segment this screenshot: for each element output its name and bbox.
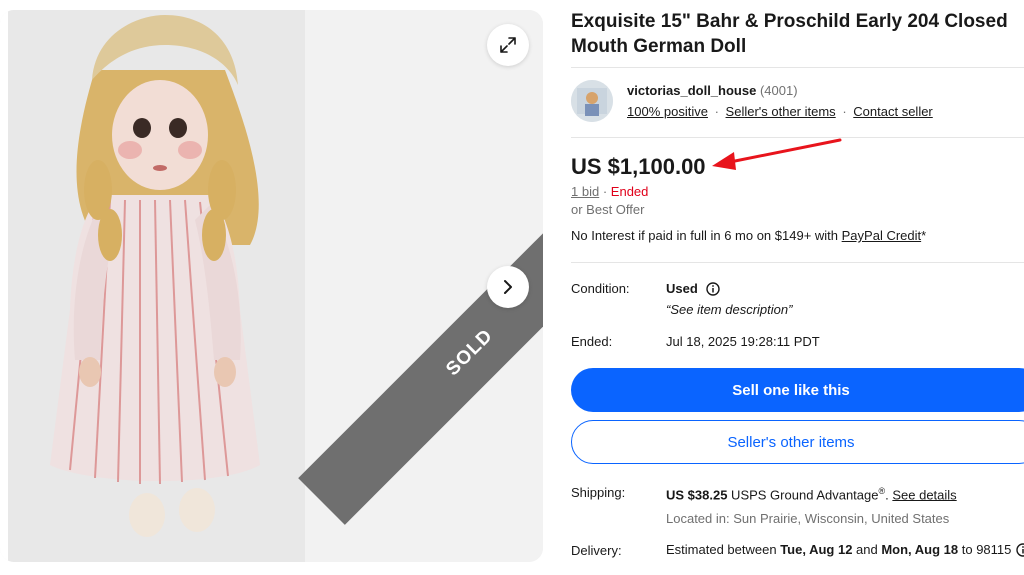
shipping-service: USPS Ground Advantage	[727, 487, 879, 503]
image-gallery: SOLD	[0, 10, 543, 562]
paypal-suffix: *	[921, 228, 927, 243]
separator: ·	[602, 184, 608, 199]
ended-status: Ended	[610, 184, 649, 199]
chevron-right-icon	[504, 280, 512, 294]
listing-title: Exquisite 15" Bahr & Proschild Early 204…	[571, 11, 1008, 57]
seller-other-items-label: Seller's other items	[727, 433, 855, 451]
paypal-prefix: No Interest if paid in full in 6 mo on $…	[571, 228, 842, 243]
ended-label: Ended:	[571, 334, 613, 349]
separator: ·	[842, 104, 847, 119]
annotation-arrow-icon	[712, 138, 842, 170]
paypal-credit-link[interactable]: PayPal Credit	[842, 228, 921, 243]
ended-value: Jul 18, 2025 19:28:11 PDT	[666, 334, 820, 349]
delivery-date-end: Mon, Aug 18	[881, 542, 959, 557]
expand-image-button[interactable]	[487, 24, 529, 66]
seller-name[interactable]: victorias_doll_house	[627, 83, 756, 98]
see-details-link[interactable]: See details	[892, 487, 956, 502]
info-icon[interactable]	[1016, 542, 1024, 557]
seller-feedback-count: (4001)	[759, 83, 798, 98]
sell-one-like-this-button[interactable]: Sell one like this	[571, 368, 1024, 412]
delivery-suffix: to 98115	[958, 542, 1012, 557]
best-offer-text: or Best Offer	[571, 202, 645, 217]
delivery-date-start: Tue, Aug 12	[780, 542, 853, 557]
info-icon[interactable]	[706, 281, 720, 296]
condition-label: Condition:	[571, 281, 630, 296]
item-location: Located in: Sun Prairie, Wisconsin, Unit…	[666, 511, 950, 526]
divider	[571, 67, 1024, 68]
avatar-image	[571, 80, 613, 122]
delivery-and: and	[852, 542, 882, 557]
seller-other-items-button[interactable]: Seller's other items	[571, 420, 1024, 464]
shipping-cost: US $38.25	[666, 487, 728, 503]
paypal-credit-line: No Interest if paid in full in 6 mo on $…	[571, 228, 926, 243]
divider	[571, 262, 1024, 263]
bids-status: 1 bid · Ended	[571, 184, 648, 199]
seller-avatar[interactable]	[571, 80, 613, 122]
doll-photo[interactable]	[0, 10, 543, 562]
condition-description: “See item description”	[666, 302, 793, 317]
sold-label: SOLD	[442, 325, 498, 381]
bid-count-link[interactable]: 1 bid	[571, 184, 599, 199]
positive-feedback-link[interactable]: 100% positive	[627, 104, 708, 119]
next-image-button[interactable]	[487, 266, 529, 308]
separator: ·	[714, 104, 719, 119]
delivery-prefix: Estimated between	[666, 542, 781, 557]
expand-icon	[500, 37, 516, 53]
seller-other-items-link[interactable]: Seller's other items	[726, 104, 836, 119]
delivery-label: Delivery:	[571, 543, 622, 558]
condition-value: Used	[666, 281, 698, 296]
seller-name-line[interactable]: victorias_doll_house (4001)	[627, 83, 798, 98]
shipping-value: US $38.25 USPS Ground Advantage®. See de…	[666, 486, 957, 502]
seller-links: 100% positive · Seller's other items · C…	[627, 104, 933, 119]
sell-one-label: Sell one like this	[732, 381, 850, 399]
price: US $1,100.00	[571, 154, 706, 179]
condition-value-row: Used	[666, 281, 720, 296]
delivery-value: Estimated between Tue, Aug 12 and Mon, A…	[666, 542, 1024, 557]
shipping-label: Shipping:	[571, 485, 626, 500]
contact-seller-link[interactable]: Contact seller	[853, 104, 932, 119]
